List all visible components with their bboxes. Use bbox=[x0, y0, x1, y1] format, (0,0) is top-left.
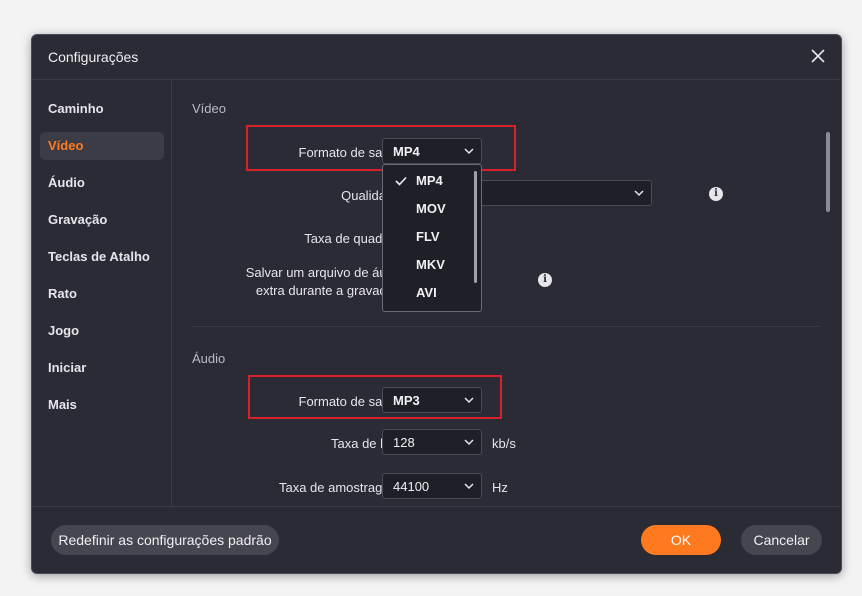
chevron-down-icon bbox=[464, 483, 474, 490]
sidebar-item-iniciar[interactable]: Iniciar bbox=[40, 354, 164, 382]
sidebar-item-audio[interactable]: Áudio bbox=[40, 169, 164, 197]
video-section-title: Vídeo bbox=[192, 101, 226, 116]
dialog-title: Configurações bbox=[48, 49, 139, 65]
sidebar-item-teclas-de-atalho[interactable]: Teclas de Atalho bbox=[40, 243, 164, 271]
chevron-down-icon bbox=[634, 190, 644, 197]
extra-audio-label-line1: Salvar um arquivo de áudio bbox=[245, 265, 404, 280]
chevron-down-icon bbox=[464, 148, 474, 155]
sidebar-item-rato[interactable]: Rato bbox=[40, 280, 164, 308]
audio-format-value: MP3 bbox=[393, 393, 420, 408]
video-format-select[interactable]: MP4 bbox=[382, 138, 482, 164]
sidebar-item-caminho[interactable]: Caminho bbox=[40, 95, 164, 123]
bitrate-value: 128 bbox=[393, 435, 415, 450]
titlebar: Configurações bbox=[32, 35, 841, 80]
dropdown-option-label: MKV bbox=[416, 257, 445, 272]
dropdown-scrollbar[interactable] bbox=[474, 171, 477, 283]
chevron-down-icon bbox=[464, 397, 474, 404]
dropdown-option-mkv[interactable]: MKV bbox=[383, 251, 473, 279]
dropdown-option-mov[interactable]: MOV bbox=[383, 195, 473, 223]
sidebar-item-mais[interactable]: Mais bbox=[40, 391, 164, 419]
content-scrollbar[interactable] bbox=[826, 132, 830, 212]
settings-dialog: Configurações Caminho Vídeo Áudio Gravaç… bbox=[31, 34, 842, 574]
sidebar-item-video[interactable]: Vídeo bbox=[40, 132, 164, 160]
cancel-button[interactable]: Cancelar bbox=[741, 525, 822, 555]
reset-defaults-button[interactable]: Redefinir as configurações padrão bbox=[51, 525, 279, 555]
dropdown-option-avi[interactable]: AVI bbox=[383, 279, 473, 307]
sidebar-item-gravacao[interactable]: Gravação bbox=[40, 206, 164, 234]
info-icon[interactable]: i bbox=[709, 187, 723, 201]
bitrate-select[interactable]: 128 bbox=[382, 429, 482, 455]
ok-button[interactable]: OK bbox=[641, 525, 721, 555]
chevron-down-icon bbox=[464, 439, 474, 446]
samplerate-value: 44100 bbox=[393, 479, 430, 494]
dropdown-option-label: MP4 bbox=[416, 173, 443, 188]
sidebar: Caminho Vídeo Áudio Gravação Teclas de A… bbox=[32, 80, 172, 506]
dropdown-option-flv[interactable]: FLV bbox=[383, 223, 473, 251]
audio-format-select[interactable]: MP3 bbox=[382, 387, 482, 413]
settings-content[interactable]: Vídeo Formato de saída: MP4 Qualidade: i… bbox=[172, 80, 832, 506]
video-format-value: MP4 bbox=[393, 144, 420, 159]
sidebar-item-jogo[interactable]: Jogo bbox=[40, 317, 164, 345]
samplerate-select[interactable]: 44100 bbox=[382, 473, 482, 499]
info-icon[interactable]: i bbox=[538, 273, 552, 287]
dropdown-option-label: FLV bbox=[416, 229, 440, 244]
close-icon[interactable] bbox=[809, 47, 827, 65]
section-divider bbox=[192, 326, 820, 327]
audio-section-title: Áudio bbox=[192, 351, 226, 366]
dropdown-option-label: MOV bbox=[416, 201, 446, 216]
bitrate-unit: kb/s bbox=[492, 436, 516, 451]
dropdown-option-mp4[interactable]: MP4 bbox=[383, 167, 473, 195]
check-icon bbox=[395, 176, 407, 186]
video-format-dropdown[interactable]: MP4 MOV FLV MKV AVI bbox=[382, 164, 482, 312]
dialog-footer: Redefinir as configurações padrão OK Can… bbox=[32, 506, 841, 573]
dropdown-option-label: AVI bbox=[416, 285, 437, 300]
samplerate-unit: Hz bbox=[492, 480, 508, 495]
